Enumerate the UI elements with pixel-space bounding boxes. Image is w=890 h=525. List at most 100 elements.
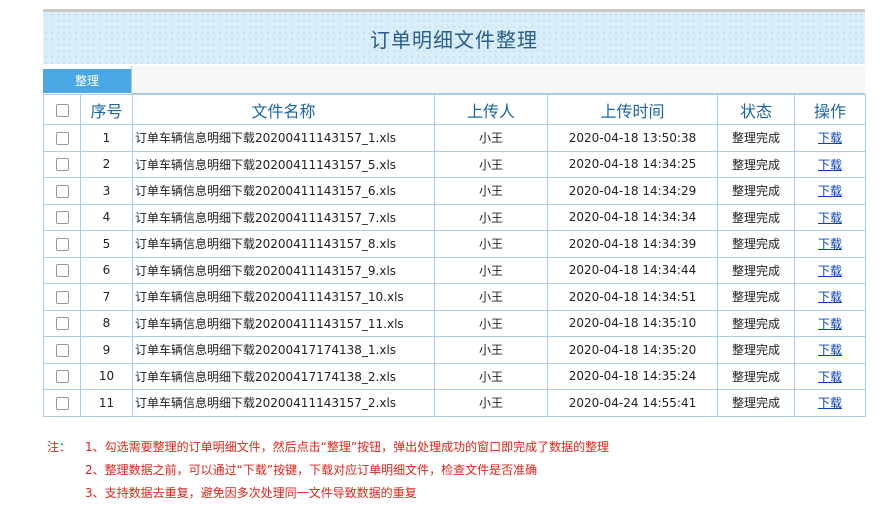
status: 整理完成 xyxy=(717,203,795,231)
row-select-cell xyxy=(43,177,81,205)
uploader: 小王 xyxy=(434,230,548,258)
toolbar-strip xyxy=(131,66,865,94)
table-row: 3 订单车辆信息明细下载20200411143157_6.xls 小王 2020-04… xyxy=(43,177,866,205)
table-row: 8 订单车辆信息明细下载20200411143157_11.xls 小王 2020-0… xyxy=(43,309,866,337)
file-name: 订单车辆信息明细下载20200411143157_10.xls xyxy=(132,283,435,311)
row-select-cell xyxy=(43,150,81,178)
file-name: 订单车辆信息明细下载20200411143157_9.xls xyxy=(132,256,435,284)
table-row: 1 订单车辆信息明细下载20200411143157_1.xls 小王 2020-04… xyxy=(43,124,866,152)
row-select-cell xyxy=(43,283,81,311)
file-name: 订单车辆信息明细下载20200411143157_8.xls xyxy=(132,230,435,258)
table-row: 9 订单车辆信息明细下载20200417174138_1.xls 小王 2020-04… xyxy=(43,336,866,364)
upload-time: 2020-04-18 14:34:29 xyxy=(547,177,718,205)
status: 整理完成 xyxy=(717,124,795,152)
file-name: 订单车辆信息明细下载20200411143157_2.xls xyxy=(132,389,435,417)
row-checkbox[interactable] xyxy=(55,396,69,410)
select-all-checkbox[interactable] xyxy=(55,104,69,117)
file-table: 序号 文件名称 上传人 上传时间 状态 操作 1 订单车辆信息明细下载202004… xyxy=(43,94,866,417)
download-link[interactable]: 下载 xyxy=(818,184,842,198)
note-row: 3、支持数据去重复，避免因多次处理同一文件导致数据的重复 xyxy=(47,482,609,505)
table-row: 5 订单车辆信息明细下载20200411143157_8.xls 小王 2020-04… xyxy=(43,230,866,258)
status: 整理完成 xyxy=(717,177,795,205)
uploader: 小王 xyxy=(434,256,548,284)
title-bar: 订单明细文件整理 xyxy=(43,9,865,64)
row-number: 6 xyxy=(80,256,133,284)
download-link[interactable]: 下载 xyxy=(818,264,842,278)
column-header-status: 状态 xyxy=(717,94,795,125)
row-checkbox[interactable] xyxy=(55,370,69,384)
status: 整理完成 xyxy=(717,336,795,364)
action-cell: 下载 xyxy=(794,362,866,390)
uploader: 小王 xyxy=(434,362,548,390)
status: 整理完成 xyxy=(717,309,795,337)
row-number: 9 xyxy=(80,336,133,364)
download-link[interactable]: 下载 xyxy=(818,131,842,145)
row-checkbox[interactable] xyxy=(55,264,69,278)
column-header-uploader: 上传人 xyxy=(434,94,548,125)
uploader: 小王 xyxy=(434,389,548,417)
download-link[interactable]: 下载 xyxy=(818,237,842,251)
file-name: 订单车辆信息明细下载20200411143157_7.xls xyxy=(132,203,435,231)
uploader: 小王 xyxy=(434,283,548,311)
row-number: 10 xyxy=(80,362,133,390)
action-cell: 下载 xyxy=(794,389,866,417)
download-link[interactable]: 下载 xyxy=(818,370,842,384)
table-row: 11 订单车辆信息明细下载20200411143157_2.xls 小王 2020-0… xyxy=(43,389,866,417)
file-name: 订单车辆信息明细下载20200411143157_5.xls xyxy=(132,150,435,178)
row-checkbox[interactable] xyxy=(55,290,69,304)
uploader: 小王 xyxy=(434,150,548,178)
upload-time: 2020-04-18 13:50:38 xyxy=(547,124,718,152)
column-header-time: 上传时间 xyxy=(547,94,718,125)
table-row: 4 订单车辆信息明细下载20200411143157_7.xls 小王 2020-04… xyxy=(43,203,866,231)
row-checkbox[interactable] xyxy=(55,184,69,198)
organize-button[interactable]: 整理 xyxy=(43,69,131,93)
row-checkbox[interactable] xyxy=(55,158,69,172)
row-select-cell xyxy=(43,389,81,417)
upload-time: 2020-04-18 14:35:24 xyxy=(547,362,718,390)
row-checkbox[interactable] xyxy=(55,131,69,145)
notes-label: 注： xyxy=(47,440,72,454)
uploader: 小王 xyxy=(434,336,548,364)
row-checkbox[interactable] xyxy=(55,211,69,225)
row-number: 1 xyxy=(80,124,133,152)
row-number: 4 xyxy=(80,203,133,231)
file-name: 订单车辆信息明细下载20200417174138_1.xls xyxy=(132,336,435,364)
table-row: 6 订单车辆信息明细下载20200411143157_9.xls 小王 2020-04… xyxy=(43,256,866,284)
table-header-row: 序号 文件名称 上传人 上传时间 状态 操作 xyxy=(43,94,866,125)
row-select-cell xyxy=(43,336,81,364)
file-panel: 订单明细文件整理 整理 序号 文件名称 上传人 上传时间 状态 操作 1 订单车… xyxy=(43,9,866,417)
table-row: 7 订单车辆信息明细下载20200411143157_10.xls 小王 2020-0… xyxy=(43,283,866,311)
row-checkbox[interactable] xyxy=(55,317,69,331)
status: 整理完成 xyxy=(717,150,795,178)
toolbar: 整理 xyxy=(43,66,865,94)
row-number: 2 xyxy=(80,150,133,178)
download-link[interactable]: 下载 xyxy=(818,343,842,357)
upload-time: 2020-04-18 14:34:34 xyxy=(547,203,718,231)
file-name: 订单车辆信息明细下载20200411143157_11.xls xyxy=(132,309,435,337)
download-link[interactable]: 下载 xyxy=(818,396,842,410)
file-name: 订单车辆信息明细下载20200411143157_6.xls xyxy=(132,177,435,205)
column-header-no: 序号 xyxy=(80,94,133,125)
uploader: 小王 xyxy=(434,309,548,337)
uploader: 小王 xyxy=(434,203,548,231)
upload-time: 2020-04-18 14:34:39 xyxy=(547,230,718,258)
download-link[interactable]: 下载 xyxy=(818,158,842,172)
row-number: 11 xyxy=(80,389,133,417)
note-item: 3、支持数据去重复，避免因多次处理同一文件导致数据的重复 xyxy=(85,486,417,500)
column-header-action: 操作 xyxy=(794,94,866,125)
uploader: 小王 xyxy=(434,124,548,152)
note-row: 注： 1、勾选需要整理的订单明细文件，然后点击“整理”按钮，弹出处理成功的窗口即… xyxy=(47,436,609,459)
row-checkbox[interactable] xyxy=(55,237,69,251)
row-select-cell xyxy=(43,203,81,231)
download-link[interactable]: 下载 xyxy=(818,211,842,225)
download-link[interactable]: 下载 xyxy=(818,317,842,331)
upload-time: 2020-04-18 14:35:20 xyxy=(547,336,718,364)
file-name: 订单车辆信息明细下载20200411143157_1.xls xyxy=(132,124,435,152)
upload-time: 2020-04-18 14:34:25 xyxy=(547,150,718,178)
status: 整理完成 xyxy=(717,256,795,284)
file-name: 订单车辆信息明细下载20200417174138_2.xls xyxy=(132,362,435,390)
row-checkbox[interactable] xyxy=(55,343,69,357)
status: 整理完成 xyxy=(717,230,795,258)
action-cell: 下载 xyxy=(794,283,866,311)
download-link[interactable]: 下载 xyxy=(818,290,842,304)
